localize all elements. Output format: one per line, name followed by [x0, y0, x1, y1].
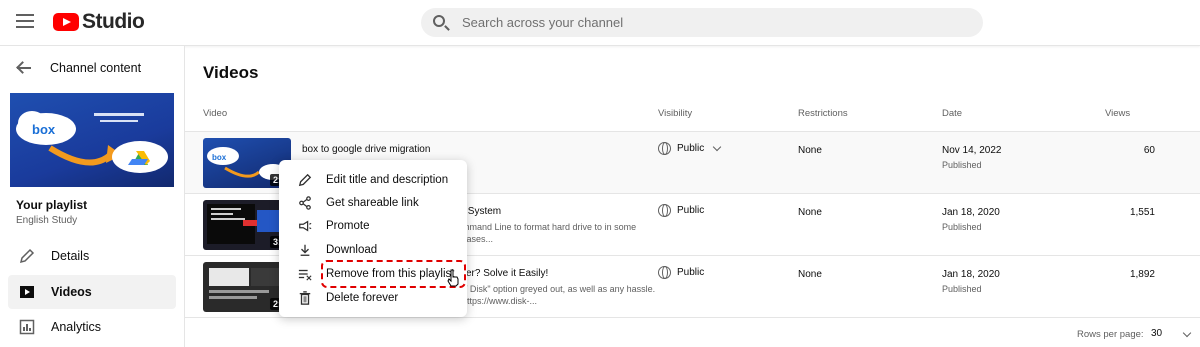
logo-text: Studio	[82, 10, 145, 33]
publish-status: Published	[942, 222, 982, 232]
search-placeholder: Search across your channel	[462, 15, 624, 30]
views-count: 1,551	[1129, 207, 1155, 218]
menu-item-download[interactable]: Download	[279, 238, 467, 261]
rows-per-page-select[interactable]: 30	[1151, 328, 1162, 339]
restrictions-value: None	[798, 207, 822, 218]
hand-cursor-icon	[447, 269, 459, 287]
publish-status: Published	[942, 160, 982, 170]
video-title[interactable]: box to google drive migration	[302, 144, 430, 155]
top-header: Studio Search across your channel	[0, 0, 1200, 46]
visibility-status[interactable]: Public	[658, 266, 704, 279]
date-value: Jan 18, 2020	[942, 207, 1000, 218]
sidebar-item-videos[interactable]: Videos	[8, 275, 176, 309]
publish-status: Published	[942, 284, 982, 294]
video-thumbnail[interactable]: 3:4	[203, 200, 291, 250]
date-value: Nov 14, 2022	[942, 145, 1002, 156]
back-arrow-icon	[16, 61, 32, 75]
menu-item-label: Promote	[326, 219, 370, 232]
back-label: Channel content	[50, 61, 142, 75]
video-description: mmand Line to format hard drive to in so…	[462, 222, 637, 244]
megaphone-icon	[297, 218, 313, 234]
globe-icon	[658, 204, 671, 217]
menu-item-label: Edit title and description	[326, 173, 449, 186]
restrictions-value: None	[798, 145, 822, 156]
globe-icon	[658, 142, 671, 155]
date-value: Jan 18, 2020	[942, 269, 1000, 280]
pencil-icon	[17, 246, 37, 266]
analytics-icon	[17, 317, 37, 337]
restrictions-value: None	[798, 269, 822, 280]
menu-item-label: Remove from this playlist	[326, 267, 455, 280]
hamburger-menu-icon[interactable]	[16, 14, 34, 28]
page-title: Videos	[203, 63, 259, 82]
column-header-date[interactable]: Date	[942, 108, 962, 119]
playlist-title: Your playlist	[16, 198, 88, 212]
chevron-down-icon[interactable]	[1182, 328, 1192, 338]
youtube-studio-logo[interactable]: Studio	[53, 10, 145, 34]
video-thumbnail[interactable]: 2:1	[203, 262, 291, 312]
share-icon	[297, 195, 313, 211]
pencil-icon	[297, 172, 313, 188]
remove-from-playlist-icon	[297, 266, 313, 282]
sidebar-item-label: Details	[51, 249, 90, 263]
views-count: 60	[1143, 145, 1155, 156]
column-header-visibility[interactable]: Visibility	[658, 108, 692, 119]
video-description: T Disk" option greyed out, as well as an…	[462, 284, 656, 306]
video-options-menu: Edit title and description Get shareable…	[279, 160, 467, 317]
download-icon	[297, 242, 313, 258]
column-header-restrictions[interactable]: Restrictions	[798, 108, 848, 119]
trash-icon	[297, 290, 313, 306]
visibility-dropdown[interactable]: Public	[658, 142, 722, 155]
video-thumbnail[interactable]: box 2:1	[203, 138, 291, 188]
back-to-channel-content[interactable]: Channel content	[16, 61, 141, 75]
chevron-down-icon	[713, 142, 722, 151]
globe-icon	[658, 266, 671, 279]
sidebar-item-label: Analytics	[51, 320, 102, 334]
visibility-value: Public	[677, 267, 705, 278]
sidebar-item-details[interactable]: Details	[8, 239, 176, 273]
column-header-views[interactable]: Views	[1105, 108, 1130, 119]
menu-item-label: Get shareable link	[326, 196, 419, 209]
video-title[interactable]: er? Solve it Easily!	[466, 268, 548, 279]
sidebar-item-label: Videos	[51, 285, 92, 299]
search-icon	[433, 15, 445, 27]
rows-per-page-label: Rows per page:	[1077, 329, 1144, 340]
youtube-play-icon	[53, 13, 79, 31]
box-logo-text: box	[212, 153, 227, 162]
menu-item-promote[interactable]: Promote	[279, 214, 467, 237]
visibility-status[interactable]: Public	[658, 204, 704, 217]
visibility-value: Public	[677, 143, 705, 154]
sidebar: Channel content box Your playlist Englis…	[0, 46, 185, 347]
column-header-video: Video	[203, 108, 228, 119]
menu-item-remove-from-playlist[interactable]: Remove from this playlist	[279, 262, 467, 285]
menu-item-label: Download	[326, 243, 378, 256]
sidebar-item-analytics[interactable]: Analytics	[8, 310, 176, 344]
views-count: 1,892	[1129, 269, 1155, 280]
playlist-subtitle: English Study	[16, 215, 78, 226]
box-logo-text: box	[32, 122, 56, 137]
menu-item-delete-forever[interactable]: Delete forever	[279, 286, 467, 309]
menu-item-edit-title[interactable]: Edit title and description	[279, 168, 467, 191]
table-header: Video Visibility Restrictions Date Views	[185, 94, 1200, 132]
playlist-thumbnail-art: box	[16, 111, 168, 173]
search-input[interactable]: Search across your channel	[421, 8, 983, 37]
menu-item-label: Delete forever	[326, 291, 399, 304]
visibility-value: Public	[677, 205, 705, 216]
video-icon	[17, 282, 37, 302]
menu-item-share-link[interactable]: Get shareable link	[279, 191, 467, 214]
playlist-thumbnail[interactable]: box	[10, 93, 174, 187]
